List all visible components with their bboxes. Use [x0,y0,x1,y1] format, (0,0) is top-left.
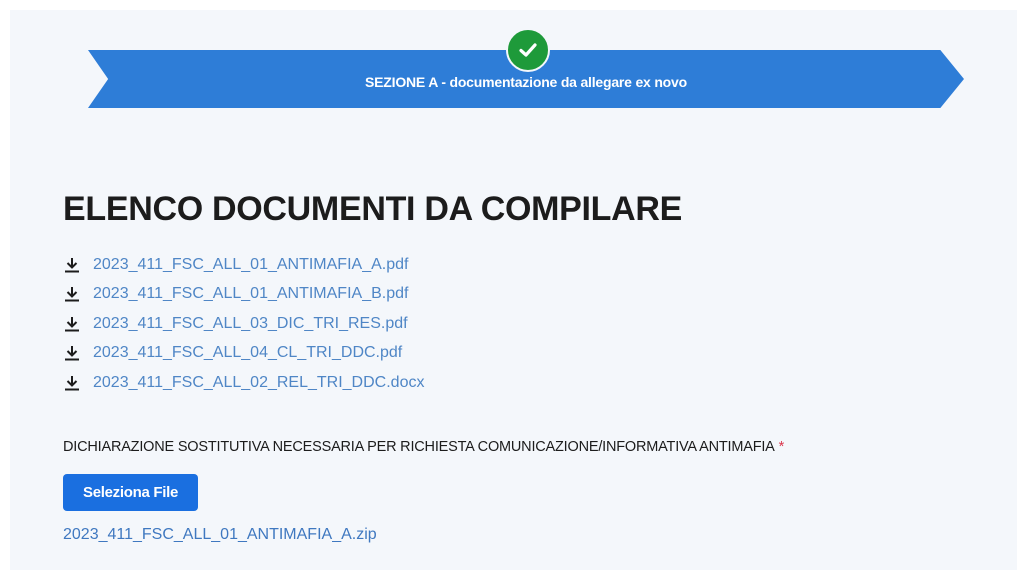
uploaded-file-link[interactable]: 2023_411_FSC_ALL_01_ANTIMAFIA_A.zip [63,526,377,544]
document-link[interactable]: 2023_411_FSC_ALL_04_CL_TRI_DDC.pdf [63,339,424,369]
document-link[interactable]: 2023_411_FSC_ALL_03_DIC_TRI_RES.pdf [63,309,424,339]
document-link[interactable]: 2023_411_FSC_ALL_01_ANTIMAFIA_A.pdf [63,250,424,280]
section-title: SEZIONE A - documentazione da allegare e… [365,74,687,90]
document-name[interactable]: 2023_411_FSC_ALL_01_ANTIMAFIA_B.pdf [93,285,408,303]
upload-label-text: DICHIARAZIONE SOSTITUTIVA NECESSARIA PER… [63,439,775,455]
checkmark-icon [506,28,550,72]
download-icon [65,257,79,273]
document-name[interactable]: 2023_411_FSC_ALL_01_ANTIMAFIA_A.pdf [93,256,408,274]
download-icon [65,287,79,302]
document-name[interactable]: 2023_411_FSC_ALL_04_CL_TRI_DDC.pdf [93,344,402,362]
document-list: 2023_411_FSC_ALL_01_ANTIMAFIA_A.pdf 2023… [63,250,424,398]
form-panel: SEZIONE A - documentazione da allegare e… [10,10,1017,570]
download-icon [65,316,79,332]
download-icon [65,375,79,391]
select-file-button[interactable]: Seleziona File [63,474,198,511]
required-marker: * [778,439,785,455]
upload-field-label: DICHIARAZIONE SOSTITUTIVA NECESSARIA PER… [63,439,784,455]
document-name[interactable]: 2023_411_FSC_ALL_02_REL_TRI_DDC.docx [93,374,424,392]
document-link[interactable]: 2023_411_FSC_ALL_01_ANTIMAFIA_B.pdf [63,280,424,310]
download-icon [65,346,79,361]
document-name[interactable]: 2023_411_FSC_ALL_03_DIC_TRI_RES.pdf [93,315,408,333]
section-header: SEZIONE A - documentazione da allegare e… [88,28,964,108]
document-link[interactable]: 2023_411_FSC_ALL_02_REL_TRI_DDC.docx [63,368,424,398]
page-title: ELENCO DOCUMENTI DA COMPILARE [63,190,683,228]
